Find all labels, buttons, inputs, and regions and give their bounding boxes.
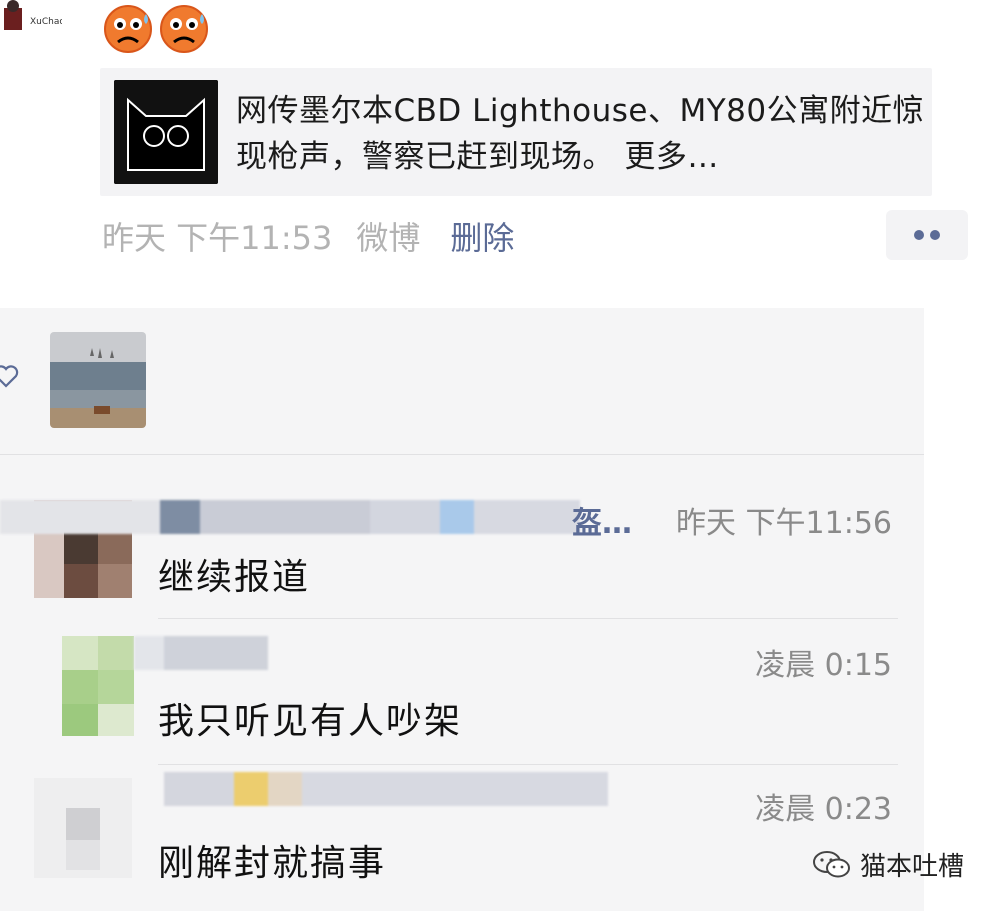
comment-text: 我只听见有人吵架 <box>158 701 463 742</box>
cat-logo-icon <box>114 80 218 184</box>
likes-row <box>0 308 924 454</box>
comment-text: 刚解封就搞事 <box>158 843 387 884</box>
dot <box>914 230 924 240</box>
post-text-emojis <box>102 2 210 54</box>
wechat-icon <box>813 850 850 877</box>
commenter-avatar[interactable] <box>34 778 132 878</box>
commenter-name-truncated: 盔… <box>572 506 632 541</box>
commenter-name-blurred <box>134 636 268 670</box>
link-title: 网传墨尔本CBD Lighthouse、MY80公寓附近惊现枪声，警察已赶到现场… <box>236 93 925 175</box>
divider <box>0 454 924 455</box>
commenter-avatar[interactable] <box>62 636 134 736</box>
liker-avatar[interactable] <box>50 332 146 428</box>
watermark-text: 猫本吐槽 <box>860 852 965 882</box>
post-source: 微博 <box>356 219 421 257</box>
comment-time: 昨天 下午11:56 <box>676 506 892 541</box>
post-meta: 昨天 下午11:53 微博 删除 <box>102 212 514 260</box>
avatar-caption: XuChao <box>30 17 62 27</box>
comment-item[interactable]: 凌晨 0:23 刚解封就搞事 <box>0 764 924 911</box>
delete-link[interactable]: 删除 <box>450 213 514 259</box>
comment-time: 凌晨 0:15 <box>755 648 892 683</box>
link-thumbnail <box>114 80 218 184</box>
heart-outline-icon <box>0 365 19 388</box>
comment-time: 凌晨 0:23 <box>755 792 892 827</box>
comment-text: 继续报道 <box>158 557 311 598</box>
likes-comments-panel: 盔… 昨天 下午11:56 继续报道 凌晨 0:15 我只听见有人吵架 凌晨 0… <box>0 308 924 911</box>
commenter-name-blurred <box>0 500 580 534</box>
post-time: 昨天 下午11:53 <box>102 219 333 257</box>
comment-item[interactable]: 凌晨 0:15 我只听见有人吵架 <box>0 618 924 764</box>
shared-link-card[interactable]: 网传墨尔本CBD Lighthouse、MY80公寓附近惊现枪声，警察已赶到现场… <box>100 68 932 196</box>
watermark: 猫本吐槽 <box>812 846 964 883</box>
sweat-frown-emoji-icon <box>160 5 208 53</box>
comment-item[interactable]: 盔… 昨天 下午11:56 继续报道 <box>0 468 924 618</box>
more-dots-icon[interactable] <box>886 210 968 260</box>
dot <box>930 230 940 240</box>
sweat-frown-emoji-icon <box>104 5 152 53</box>
commenter-name-blurred <box>164 772 608 806</box>
author-avatar[interactable]: XuChao <box>0 0 65 36</box>
